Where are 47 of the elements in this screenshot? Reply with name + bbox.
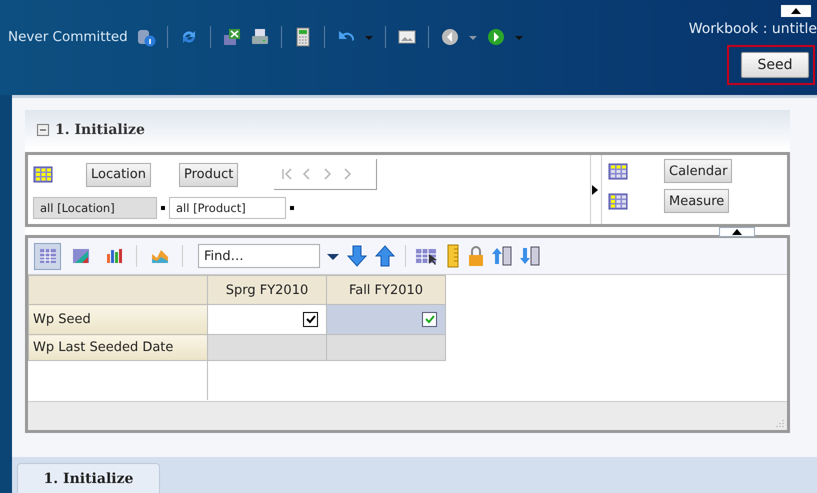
up-arrow-icon[interactable] xyxy=(374,244,396,268)
collapse-tab[interactable] xyxy=(719,227,755,237)
sort-descending-icon[interactable] xyxy=(519,244,541,268)
table-cell[interactable] xyxy=(208,334,326,360)
dimension-filter[interactable]: all [Product] xyxy=(169,197,286,219)
down-arrow-icon[interactable] xyxy=(346,244,368,268)
grid-icon xyxy=(33,166,53,183)
panel-title: 1. Initialize xyxy=(55,122,145,138)
column-header: Sprg FY2010 xyxy=(208,276,326,304)
page-tab[interactable]: 1. Initialize xyxy=(17,463,160,493)
table-cell[interactable] xyxy=(208,304,326,334)
column-header: Fall FY2010 xyxy=(326,276,446,304)
lock-icon[interactable] xyxy=(467,244,485,268)
table-icon xyxy=(38,246,58,266)
workbook-title: Workbook : untitle xyxy=(688,21,817,37)
export-spreadsheet-icon[interactable] xyxy=(222,27,242,47)
dimension-button[interactable]: Measure xyxy=(664,189,730,213)
printer-icon[interactable] xyxy=(250,27,270,47)
table-cursor-icon[interactable] xyxy=(415,246,439,266)
dimension-filter[interactable]: all [Location] xyxy=(33,197,157,219)
table-view-button[interactable] xyxy=(34,242,61,270)
checkbox[interactable] xyxy=(422,312,437,327)
seed-button[interactable]: Seed xyxy=(741,52,809,78)
back-icon[interactable] xyxy=(440,27,460,47)
grid-icon xyxy=(608,192,628,210)
find-field[interactable]: Find… xyxy=(198,244,320,268)
dimension-button[interactable]: Location xyxy=(86,162,151,186)
collapse-icon[interactable] xyxy=(37,124,49,136)
forward-icon[interactable] xyxy=(486,27,506,47)
table-cell[interactable] xyxy=(326,334,446,360)
ruler-icon[interactable] xyxy=(445,244,461,268)
collapse-tab[interactable] xyxy=(781,5,811,17)
triangle-up-icon xyxy=(791,8,801,14)
row-header: Wp Seed xyxy=(28,304,208,334)
commit-status: Never Committed xyxy=(8,29,128,45)
triangle-up-icon xyxy=(732,229,742,235)
table-chart-icon xyxy=(70,246,90,266)
checkbox[interactable] xyxy=(303,312,318,327)
row-header: Wp Last Seeded Date xyxy=(28,334,208,360)
database-info-icon[interactable] xyxy=(136,27,156,47)
dimension-button[interactable]: Product xyxy=(178,162,238,186)
dimension-button[interactable]: Calendar xyxy=(664,159,732,183)
expand-arrow-icon[interactable] xyxy=(591,184,599,196)
grid-icon xyxy=(608,162,628,180)
resize-grip-icon[interactable] xyxy=(775,418,785,428)
sort-ascending-icon[interactable] xyxy=(491,244,513,268)
table-cell[interactable] xyxy=(326,304,446,334)
